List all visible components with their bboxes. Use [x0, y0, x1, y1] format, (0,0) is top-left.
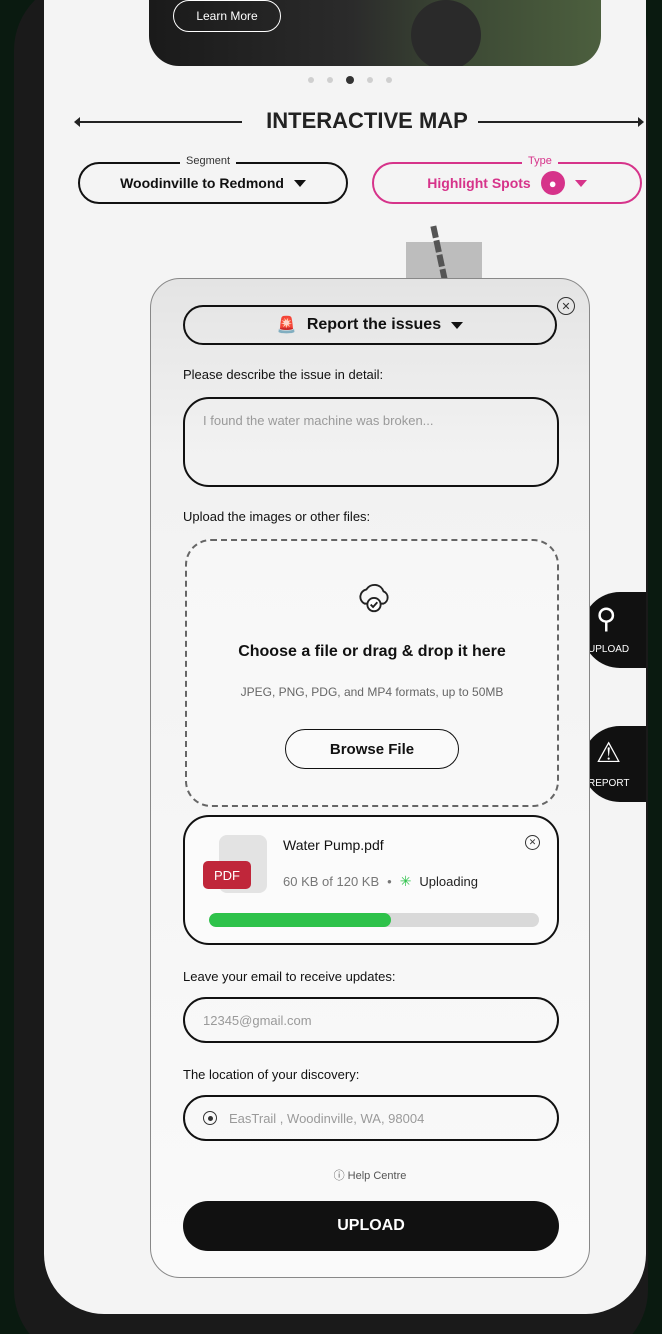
hero-image [411, 0, 481, 66]
hero-banner: Learn More [149, 0, 601, 66]
file-size-progress: 60 KB of 120 KB [283, 874, 380, 889]
upload-progress-bar [209, 913, 539, 927]
page-title: INTERACTIVE MAP [266, 108, 468, 133]
meta-separator: • [387, 874, 392, 889]
location-field[interactable]: EasTrail , Woodinville, WA, 98004 [183, 1095, 559, 1141]
email-field[interactable]: 12345@gmail.com [183, 997, 559, 1043]
alarm-icon: 🚨 [276, 317, 297, 334]
issue-description-field[interactable]: I found the water machine was broken... [183, 397, 559, 487]
dropzone-title: Choose a file or drag & drop it here [238, 643, 506, 660]
carousel-dot[interactable] [327, 77, 333, 83]
map-header: INTERACTIVE MAP [74, 108, 644, 138]
upload-file-card: PDF Water Pump.pdf ✕ 60 KB of 120 KB • ✳… [183, 815, 559, 945]
email-value: 12345@gmail.com [203, 1012, 312, 1028]
report-fab-label: REPORT [588, 778, 630, 789]
report-type-dropdown[interactable]: 🚨 Report the issues [183, 305, 557, 345]
segment-value: Woodinville to Redmond [120, 175, 284, 191]
clipboard-warning-icon: ⚠ [596, 737, 622, 768]
help-icon: ⓘ [333, 1170, 345, 1182]
report-modal: ✕ 🚨 Report the issues Please describe th… [150, 278, 590, 1278]
divider-line [478, 121, 638, 123]
location-label: The location of your discovery: [183, 1067, 360, 1082]
upload-fab[interactable]: ⚲ UPLOAD [582, 592, 646, 668]
report-fab[interactable]: ⚠ REPORT [582, 726, 646, 802]
carousel-dot[interactable] [367, 77, 373, 83]
loading-spinner-icon: ✳ [399, 873, 412, 889]
type-value: Highlight Spots [427, 175, 531, 191]
browse-file-button[interactable]: Browse File [285, 729, 459, 769]
carousel-dot[interactable] [308, 77, 314, 83]
type-select[interactable]: Type Highlight Spots ● [372, 155, 642, 204]
close-icon[interactable]: ✕ [557, 297, 575, 315]
phone-frame: Learn More INTERACTIVE MAP Segment Woodi… [14, 0, 648, 1334]
file-meta: 60 KB of 120 KB • ✳ Uploading [283, 873, 478, 890]
remove-file-icon[interactable]: ✕ [525, 835, 540, 850]
upload-status: Uploading [419, 874, 478, 889]
divider-line [78, 121, 242, 123]
location-pin-icon: ● [540, 171, 565, 195]
target-location-icon [203, 1111, 217, 1125]
file-dropzone[interactable]: Choose a file or drag & drop it here JPE… [185, 539, 559, 807]
help-centre-link[interactable]: ⓘ Help Centre [151, 1167, 589, 1183]
location-pin-icon: ⚲ [596, 603, 617, 634]
cloud-upload-icon [359, 583, 389, 613]
caret-down-icon [293, 179, 306, 187]
caret-down-icon [451, 321, 464, 329]
pdf-badge: PDF [203, 861, 251, 889]
describe-label: Please describe the issue in detail: [183, 367, 384, 382]
help-label: Help Centre [347, 1170, 407, 1182]
segment-legend: Segment [180, 155, 237, 167]
upload-fab-label: UPLOAD [588, 644, 630, 655]
learn-more-button[interactable]: Learn More [173, 0, 281, 32]
app-screen: Learn More INTERACTIVE MAP Segment Woodi… [44, 0, 646, 1314]
carousel-dot[interactable] [386, 77, 392, 83]
upload-progress-fill [209, 913, 391, 927]
dropzone-hint: JPEG, PNG, PDG, and MP4 formats, up to 5… [240, 685, 504, 699]
arrow-right-icon [638, 117, 644, 127]
caret-down-icon [574, 179, 587, 187]
email-label: Leave your email to receive updates: [183, 969, 396, 984]
file-name: Water Pump.pdf [283, 837, 384, 853]
location-value: EasTrail , Woodinville, WA, 98004 [229, 1110, 425, 1126]
carousel-dot-active[interactable] [346, 76, 354, 84]
upload-files-label: Upload the images or other files: [183, 509, 371, 524]
segment-select[interactable]: Segment Woodinville to Redmond [78, 155, 348, 204]
carousel-dots [308, 76, 392, 84]
report-dropdown-label: Report the issues [306, 316, 442, 333]
upload-button[interactable]: UPLOAD [183, 1201, 559, 1251]
type-legend: Type [522, 155, 558, 167]
